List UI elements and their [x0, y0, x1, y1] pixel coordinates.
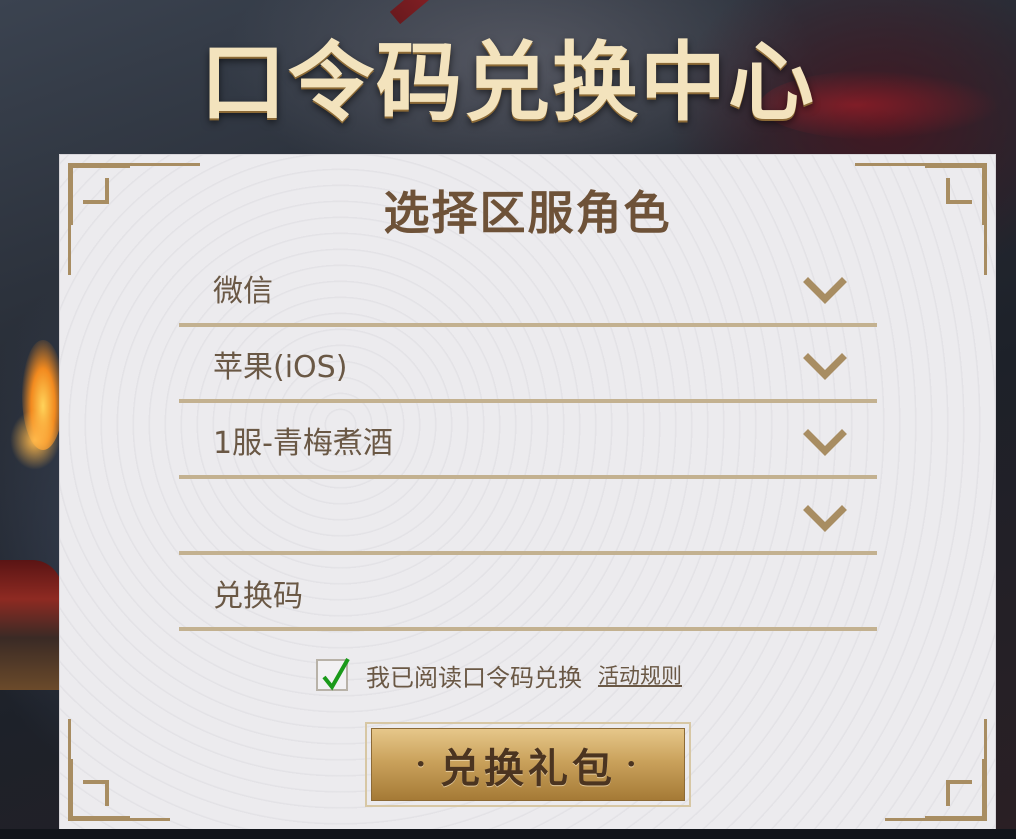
rules-link[interactable]: 活动规则	[598, 660, 682, 690]
corner-ornament-bottom-left	[68, 759, 130, 821]
background-blade	[389, 0, 531, 25]
background-figure	[0, 560, 62, 690]
device-select-value: 苹果(iOS)	[213, 350, 348, 385]
agreement-row: 我已阅读口令码兑换 活动规则	[316, 655, 682, 695]
panel-heading: 选择区服角色	[383, 186, 672, 240]
platform-select[interactable]: 微信	[179, 255, 877, 327]
bottom-bar	[0, 829, 1016, 839]
chevron-down-icon	[803, 277, 847, 304]
agree-checkbox[interactable]	[316, 658, 350, 691]
frame-line	[855, 163, 925, 166]
platform-select-value: 微信	[213, 274, 273, 309]
chevron-down-icon	[803, 429, 847, 456]
frame-line	[68, 719, 71, 759]
redeem-gift-button-label: 兑换礼包	[440, 744, 616, 792]
submit-button-frame: · 兑换礼包 ·	[365, 722, 691, 807]
server-select-value: 1服-青梅煮酒	[213, 426, 393, 461]
button-dot-right: ·	[626, 747, 641, 782]
frame-line	[130, 818, 170, 821]
role-select[interactable]	[179, 483, 877, 555]
device-select[interactable]: 苹果(iOS)	[179, 331, 877, 403]
background-fire-glow	[10, 410, 60, 470]
button-dot-left: ·	[415, 747, 430, 782]
chevron-down-icon	[803, 353, 847, 380]
agree-text: 我已阅读口令码兑换	[366, 663, 582, 692]
chevron-down-icon	[803, 505, 847, 532]
redeem-gift-button[interactable]: · 兑换礼包 ·	[371, 728, 685, 801]
checkmark-icon	[322, 658, 350, 691]
frame-line	[130, 163, 200, 166]
corner-ornament-bottom-right	[925, 759, 987, 821]
redeem-code-field	[179, 559, 877, 631]
frame-line	[984, 719, 987, 759]
redeem-code-input[interactable]	[179, 571, 877, 621]
redeem-panel: 选择区服角色 微信 苹果(iOS) 1服-青梅煮酒 兑换码 我已阅读口令码兑换 …	[59, 154, 996, 830]
page-title: 口令码兑换中心	[200, 32, 816, 133]
server-select[interactable]: 1服-青梅煮酒	[179, 407, 877, 479]
frame-line	[885, 818, 925, 821]
